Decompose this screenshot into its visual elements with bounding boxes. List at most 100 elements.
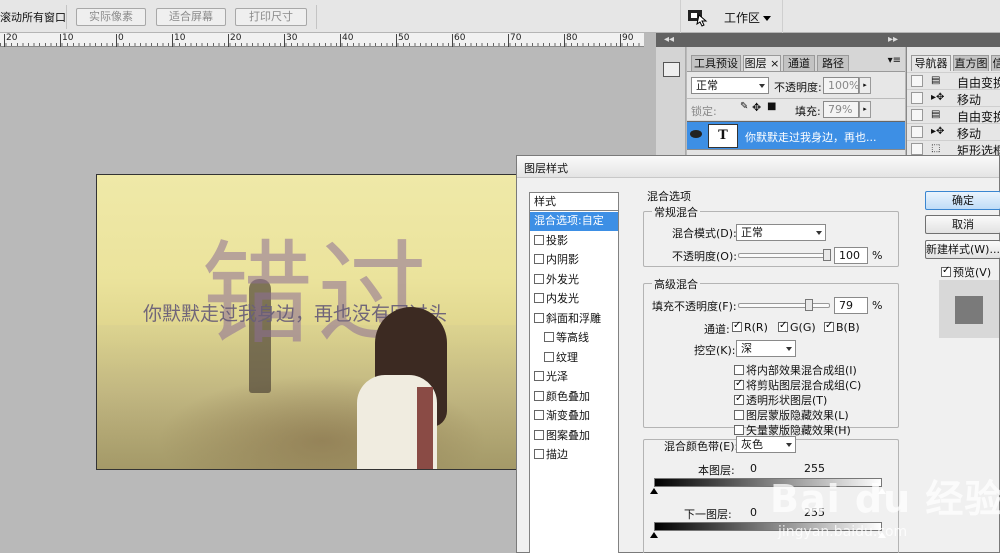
style-list-item[interactable]: 渐变叠加: [530, 407, 618, 426]
tab-paths[interactable]: 路径: [817, 55, 849, 71]
workspace-menu[interactable]: 工作区: [724, 9, 772, 26]
style-list-header[interactable]: 样式: [530, 193, 618, 211]
panel-menu-icon[interactable]: ▾≡: [888, 55, 901, 66]
advanced-option-checkbox[interactable]: 将剪贴图层混合成组(C): [734, 377, 861, 393]
advanced-option-checkbox[interactable]: 图层蒙版隐藏效果(L): [734, 407, 849, 423]
checkbox[interactable]: [734, 425, 744, 435]
cancel-button[interactable]: 取消: [925, 215, 1000, 234]
opacity-slider[interactable]: [738, 249, 831, 261]
advanced-option-checkbox[interactable]: 将内部效果混合成组(I): [734, 362, 857, 378]
style-list-item[interactable]: 混合选项:自定: [530, 212, 618, 231]
close-icon[interactable]: ×: [767, 57, 779, 70]
fill-slider-toggle[interactable]: ▸: [859, 101, 871, 118]
checkbox[interactable]: [534, 371, 544, 381]
advanced-option-checkbox[interactable]: 透明形状图层(T): [734, 392, 827, 408]
checkbox[interactable]: [534, 293, 544, 303]
collapse-right-icon[interactable]: ▸▸: [888, 34, 898, 45]
checkbox[interactable]: [941, 265, 951, 277]
lock-all-icon[interactable]: ■: [767, 101, 776, 112]
tab-navigator[interactable]: 导航器: [911, 55, 951, 71]
channel-b-checkbox[interactable]: B(B): [824, 320, 860, 334]
opacity-input[interactable]: 100: [834, 247, 868, 264]
checkbox[interactable]: [734, 365, 744, 375]
style-list-item[interactable]: 内发光: [530, 290, 618, 309]
style-list-item[interactable]: 描边: [530, 446, 618, 465]
channel-g-checkbox[interactable]: G(G): [778, 320, 816, 334]
dialog-titlebar[interactable]: 图层样式: [517, 156, 999, 178]
print-size-button[interactable]: 打印尺寸: [235, 8, 307, 26]
blend-if-select[interactable]: 灰色: [736, 436, 796, 453]
tool-presets-icon[interactable]: [663, 62, 680, 77]
history-checkbox[interactable]: [911, 109, 923, 121]
black-point-slider[interactable]: [650, 488, 658, 494]
opacity-slider-toggle[interactable]: ▸: [859, 77, 871, 94]
checkbox[interactable]: [534, 254, 544, 264]
checkbox[interactable]: [778, 320, 788, 332]
checkbox[interactable]: [534, 312, 544, 323]
knockout-select[interactable]: 深: [736, 340, 796, 357]
tab-histogram[interactable]: 直方图: [953, 55, 989, 71]
tab-info[interactable]: 信: [991, 55, 1000, 71]
history-checkbox[interactable]: [911, 143, 923, 155]
document-canvas[interactable]: 错过 你默默走过我身边，再也没有回过头: [96, 174, 518, 470]
fill-opacity-slider[interactable]: [738, 299, 830, 311]
history-item[interactable]: ▤ 自由变换: [907, 72, 1000, 90]
style-list-item[interactable]: 颜色叠加: [530, 388, 618, 407]
layer-blend-mode-select[interactable]: 正常: [691, 77, 769, 94]
checkbox[interactable]: [534, 429, 544, 440]
layer-row-selected[interactable]: T 你默默走过我身边，再也...: [687, 121, 905, 149]
lock-image-icon[interactable]: ✎: [740, 101, 748, 112]
history-checkbox[interactable]: [911, 75, 923, 87]
style-list-item[interactable]: 光泽: [530, 368, 618, 387]
history-item[interactable]: ▤ 自由变换: [907, 106, 1000, 124]
ok-button[interactable]: 确定: [925, 191, 1000, 210]
layer-opacity-input[interactable]: 100%: [823, 77, 859, 94]
checkbox[interactable]: [534, 390, 544, 401]
new-style-button[interactable]: 新建样式(W)...: [925, 240, 1000, 259]
style-list-item[interactable]: 投影: [530, 232, 618, 251]
lock-position-icon[interactable]: ✥: [752, 101, 761, 114]
style-list-item-label: 图案叠加: [546, 428, 590, 442]
opacity-slider-knob[interactable]: [823, 249, 831, 261]
style-list-item[interactable]: 外发光: [530, 271, 618, 290]
fill-opacity-slider-knob[interactable]: [805, 299, 814, 311]
checkbox[interactable]: [824, 320, 834, 332]
checkbox[interactable]: [534, 234, 544, 245]
style-list-item[interactable]: 图案叠加: [530, 427, 618, 446]
style-list-item[interactable]: 斜面和浮雕: [530, 310, 618, 329]
tab-layers[interactable]: 图层 ×: [743, 55, 781, 71]
checkbox[interactable]: [734, 410, 744, 420]
fit-screen-button[interactable]: 适合屏幕: [156, 8, 226, 26]
collapse-left-icon[interactable]: ◂◂: [664, 34, 674, 45]
checkbox[interactable]: [544, 351, 554, 362]
blend-mode-select[interactable]: 正常: [736, 224, 826, 241]
scroll-all-windows-label[interactable]: 滚动所有窗口: [0, 9, 66, 25]
fill-opacity-input[interactable]: 79: [834, 297, 868, 314]
actual-pixels-button[interactable]: 实际像素: [76, 8, 146, 26]
history-item[interactable]: ▸✥ 移动: [907, 89, 1000, 107]
checkbox[interactable]: [534, 449, 544, 459]
black-point-slider[interactable]: [650, 532, 658, 538]
tab-tool-presets[interactable]: 工具预设: [691, 55, 741, 71]
history-item[interactable]: ▸✥ 移动: [907, 123, 1000, 141]
fill-opacity-label: 填充不透明度(F):: [652, 300, 737, 313]
checkbox[interactable]: [544, 332, 554, 342]
workspace-icon[interactable]: [686, 7, 708, 27]
channel-r-checkbox[interactable]: R(R): [732, 320, 768, 334]
checkbox[interactable]: [734, 393, 744, 405]
workspace-label: 工作区: [724, 11, 761, 25]
fill-input[interactable]: 79%: [823, 101, 859, 118]
history-checkbox[interactable]: [911, 126, 923, 138]
history-checkbox[interactable]: [911, 92, 923, 104]
preview-checkbox[interactable]: 预览(V): [941, 264, 991, 280]
checkbox[interactable]: [534, 273, 544, 284]
style-list-item[interactable]: 纹理: [530, 349, 618, 368]
checkbox[interactable]: [732, 320, 742, 332]
checkbox[interactable]: [534, 410, 544, 420]
visibility-eye-icon[interactable]: [690, 130, 702, 138]
style-list-item[interactable]: 内阴影: [530, 251, 618, 270]
checkbox[interactable]: [734, 378, 744, 390]
tab-channels[interactable]: 通道: [783, 55, 815, 71]
style-list-item[interactable]: 等高线: [530, 329, 618, 348]
channel-b-label: B(B): [836, 321, 860, 334]
